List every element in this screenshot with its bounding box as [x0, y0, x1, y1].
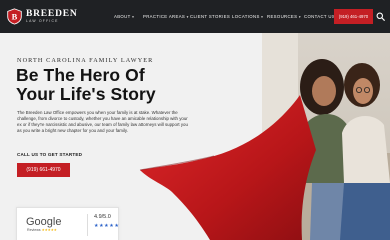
- svg-text:B: B: [12, 11, 18, 21]
- nav-item-client-stories[interactable]: CLIENT STORIES: [190, 14, 230, 19]
- nav-item-contact-us[interactable]: CONTACT US: [304, 14, 335, 19]
- shield-logo-icon: B: [7, 8, 22, 25]
- top-nav: B BREEDEN LAW OFFICE ABOUT ▾ PRACTICE ARE…: [0, 0, 390, 33]
- nav-item-practice-areas[interactable]: PRACTICE AREAS ▾: [143, 14, 189, 19]
- chevron-down-icon: ▾: [132, 15, 135, 19]
- brand-tagline: LAW OFFICE: [26, 19, 59, 24]
- divider: [87, 214, 88, 236]
- google-reviews-label: Reviews★★★★★: [27, 228, 57, 232]
- call-to-action-label: CALL US TO GET STARTED: [17, 152, 83, 157]
- hero-headline: Be The Hero Of Your Life's Story: [16, 65, 156, 104]
- google-review-card[interactable]: Google Reviews★★★★★ 4.9/5.0 ★★★★★: [16, 207, 119, 240]
- nav-item-about[interactable]: ABOUT ▾: [114, 14, 134, 19]
- brand-name: BREEDEN: [26, 8, 78, 19]
- hero-body-text: The Breeden Law Office empowers you when…: [17, 110, 188, 134]
- hero-phone-button[interactable]: (919) 661-4970: [17, 163, 70, 177]
- review-score: 4.9/5.0: [94, 214, 111, 220]
- chevron-down-icon: ▾: [261, 15, 264, 19]
- chevron-down-icon: ▾: [298, 15, 301, 19]
- logo[interactable]: B BREEDEN LAW OFFICE: [6, 8, 78, 25]
- mini-stars-icon: ★★★★★: [41, 228, 57, 232]
- chevron-down-icon: ▾: [186, 15, 189, 19]
- hero-photo-mother-daughter: [262, 33, 390, 240]
- search-icon[interactable]: [376, 12, 385, 21]
- nav-item-locations[interactable]: LOCATIONS ▾: [232, 14, 263, 19]
- nav-item-resources[interactable]: RESOURCES ▾: [267, 14, 301, 19]
- google-logo: Google: [26, 216, 62, 228]
- hero-eyebrow: NORTH CAROLINA FAMILY LAWYER: [17, 57, 154, 64]
- star-rating-icon: ★★★★★: [94, 223, 120, 229]
- nav-phone-button[interactable]: (919) 461-4970: [334, 9, 373, 24]
